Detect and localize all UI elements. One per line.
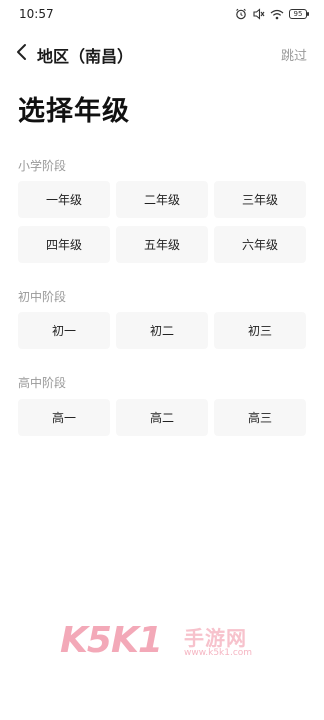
status-icons: 95 [235,8,309,20]
page-title: 选择年级 [18,96,130,127]
status-time: 10:57 [19,7,54,21]
watermark-cn-text: 手游网 [184,626,247,650]
grade-grid-senior: 高一 高二 高三 [18,399,306,436]
grade-button-5[interactable]: 五年级 [116,226,208,263]
grade-button-2[interactable]: 二年级 [116,181,208,218]
watermark-logo: K5K1 手游网 www.k5k1.com [60,620,270,664]
section-label-junior: 初中阶段 [18,290,67,304]
watermark-main-text: K5K1 [60,620,163,661]
nav-bar: 地区（南昌） 跳过 [0,36,324,68]
skip-button[interactable]: 跳过 [281,45,307,64]
mute-icon [252,8,265,20]
grade-button-4[interactable]: 四年级 [18,226,110,263]
grade-button-junior-2[interactable]: 初二 [116,312,208,349]
battery-icon: 95 [289,9,309,19]
grade-button-senior-3[interactable]: 高三 [214,399,306,436]
watermark-url-text: www.k5k1.com [184,648,253,658]
grade-button-senior-1[interactable]: 高一 [18,399,110,436]
nav-title: 地区（南昌） [37,47,134,66]
grade-grid-junior: 初一 初二 初三 [18,312,306,349]
alarm-icon [235,8,247,20]
section-label-primary: 小学阶段 [18,159,67,173]
grade-button-junior-1[interactable]: 初一 [18,312,110,349]
status-bar: 10:57 95 [0,0,324,30]
grade-button-senior-2[interactable]: 高二 [116,399,208,436]
chevron-left-icon[interactable] [10,40,32,64]
grade-button-junior-3[interactable]: 初三 [214,312,306,349]
wifi-icon [270,9,284,20]
grade-button-1[interactable]: 一年级 [18,181,110,218]
grade-grid-primary: 一年级 二年级 三年级 四年级 五年级 六年级 [18,181,306,263]
grade-button-3[interactable]: 三年级 [214,181,306,218]
section-label-senior: 高中阶段 [18,376,67,390]
grade-button-6[interactable]: 六年级 [214,226,306,263]
